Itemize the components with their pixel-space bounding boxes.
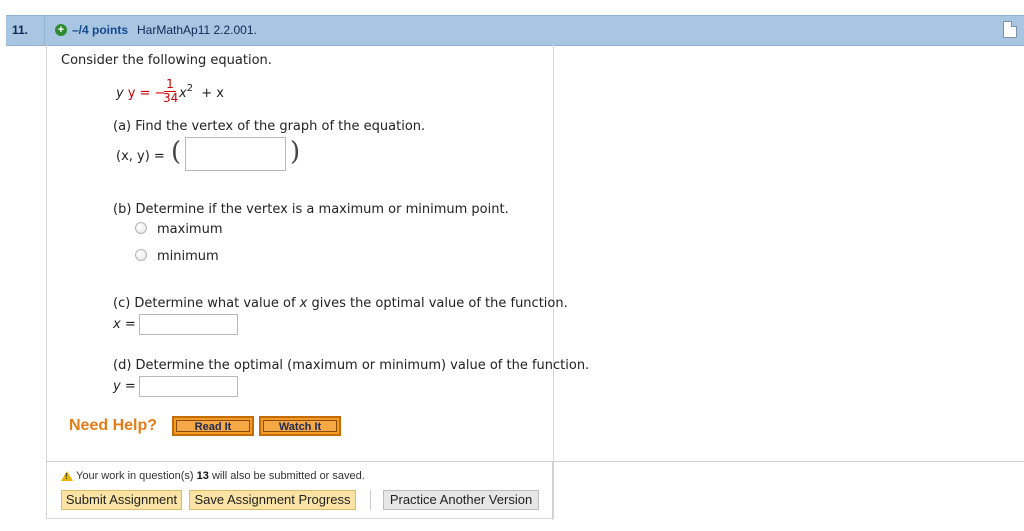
maximum-radio[interactable] <box>135 222 147 234</box>
watch-it-button[interactable]: Watch It <box>259 416 341 436</box>
equation-lhs: yy = − <box>116 86 166 101</box>
x-value-field[interactable] <box>139 314 238 335</box>
part-c-prefix: (c) Determine what value of <box>113 296 300 311</box>
read-it-button[interactable]: Read It <box>172 416 254 436</box>
submit-assignment-button[interactable]: Submit Assignment <box>61 490 182 510</box>
equation-rhs: x2 + x <box>179 83 224 101</box>
part-a-label: (x, y) = <box>116 149 165 164</box>
y-value-field[interactable] <box>139 376 238 397</box>
equation-equals: y = − <box>127 86 166 101</box>
read-it-label: Read It <box>176 420 250 433</box>
minimum-label: minimum <box>157 249 219 264</box>
expand-plus-icon[interactable]: + <box>55 24 67 36</box>
fraction-denominator: 34 <box>163 91 179 105</box>
watch-it-label: Watch It <box>263 420 337 433</box>
part-c-label: x = <box>113 317 136 332</box>
part-c-suffix: gives the optimal value of the function. <box>307 296 568 311</box>
maximum-label: maximum <box>157 222 223 237</box>
save-progress-button[interactable]: Save Assignment Progress <box>189 490 356 510</box>
equation-exponent: 2 <box>186 83 194 94</box>
part-d-question: (d) Determine the optimal (maximum or mi… <box>113 358 590 373</box>
part-c-question: (c) Determine what value of x gives the … <box>113 296 568 311</box>
need-help-label: Need Help? <box>69 417 158 434</box>
vertex-answer-field[interactable] <box>185 137 286 171</box>
question-points: –/4 points <box>72 23 129 37</box>
equation-rest: + x <box>201 86 224 101</box>
question-number: 11. <box>12 23 29 37</box>
equation-fraction: 1 34 <box>163 77 179 105</box>
open-paren: ( <box>171 137 182 167</box>
intro-text: Consider the following equation. <box>61 53 272 68</box>
warning-message: Your work in question(s) 13 will also be… <box>76 470 365 482</box>
header-divider <box>44 16 45 45</box>
part-b-question: (b) Determine if the vertex is a maximum… <box>113 202 509 217</box>
side-panel <box>552 461 1024 520</box>
warning-icon <box>61 471 73 481</box>
question-panel <box>46 44 554 519</box>
warning-question-number: 13 <box>196 470 209 482</box>
equation-var: x <box>179 86 187 101</box>
warning-suffix: will also be submitted or saved. <box>208 470 365 482</box>
fraction-numerator: 1 <box>166 77 174 91</box>
notes-icon[interactable] <box>1003 21 1017 38</box>
question-id: HarMathAp11 2.2.001. <box>137 23 257 37</box>
close-paren: ) <box>290 137 301 167</box>
part-d-label: y = <box>113 379 136 394</box>
question-header: 11. + –/4 points HarMathAp11 2.2.001. <box>6 15 1024 46</box>
minimum-radio[interactable] <box>135 249 147 261</box>
part-a-question: (a) Find the vertex of the graph of the … <box>113 119 426 134</box>
warning-prefix: Your work in question(s) <box>76 470 197 482</box>
footer-divider <box>47 461 552 462</box>
button-separator <box>370 490 371 510</box>
practice-another-version-button[interactable]: Practice Another Version <box>383 490 539 510</box>
